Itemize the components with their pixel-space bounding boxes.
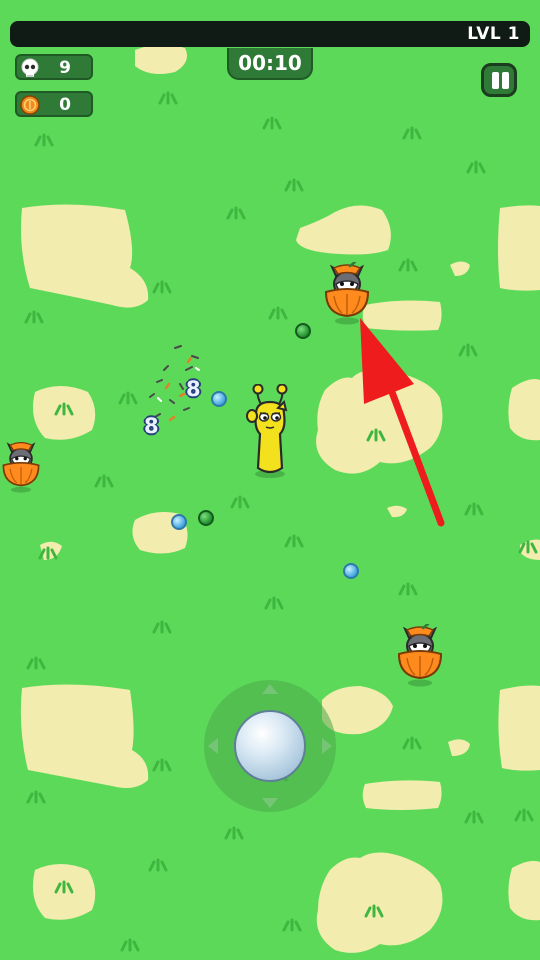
survival-timer: 00:10 <box>227 48 313 80</box>
sand-patches <box>20 44 540 953</box>
raccoon-enemy <box>2 442 40 493</box>
xp-gem-blue <box>343 563 359 579</box>
coin-counter: 0 <box>15 91 93 117</box>
damage-number: 8 <box>186 377 201 401</box>
level-label: LVL 1 <box>467 24 520 44</box>
xp-gem-green <box>295 323 311 339</box>
kill-counter: 9 <box>15 54 93 80</box>
player-character <box>246 384 288 478</box>
coin-icon <box>20 95 40 115</box>
xp-gem-green <box>198 510 214 526</box>
joystick-knob[interactable] <box>234 710 306 782</box>
game-field <box>20 44 540 953</box>
xp-gem-blue <box>211 391 227 407</box>
coin-count: 0 <box>59 95 71 115</box>
pause-icon <box>492 72 499 89</box>
raccoon-enemy <box>324 262 370 325</box>
skull-icon <box>21 58 39 77</box>
damage-number: 8 <box>144 414 159 438</box>
kill-count: 9 <box>59 58 71 78</box>
xp-gem-blue <box>171 514 187 530</box>
pause-icon <box>502 72 509 89</box>
pause-button[interactable] <box>481 63 517 97</box>
raccoon-enemy <box>397 624 443 687</box>
xp-progress-bar: LVL 1 <box>10 21 530 47</box>
